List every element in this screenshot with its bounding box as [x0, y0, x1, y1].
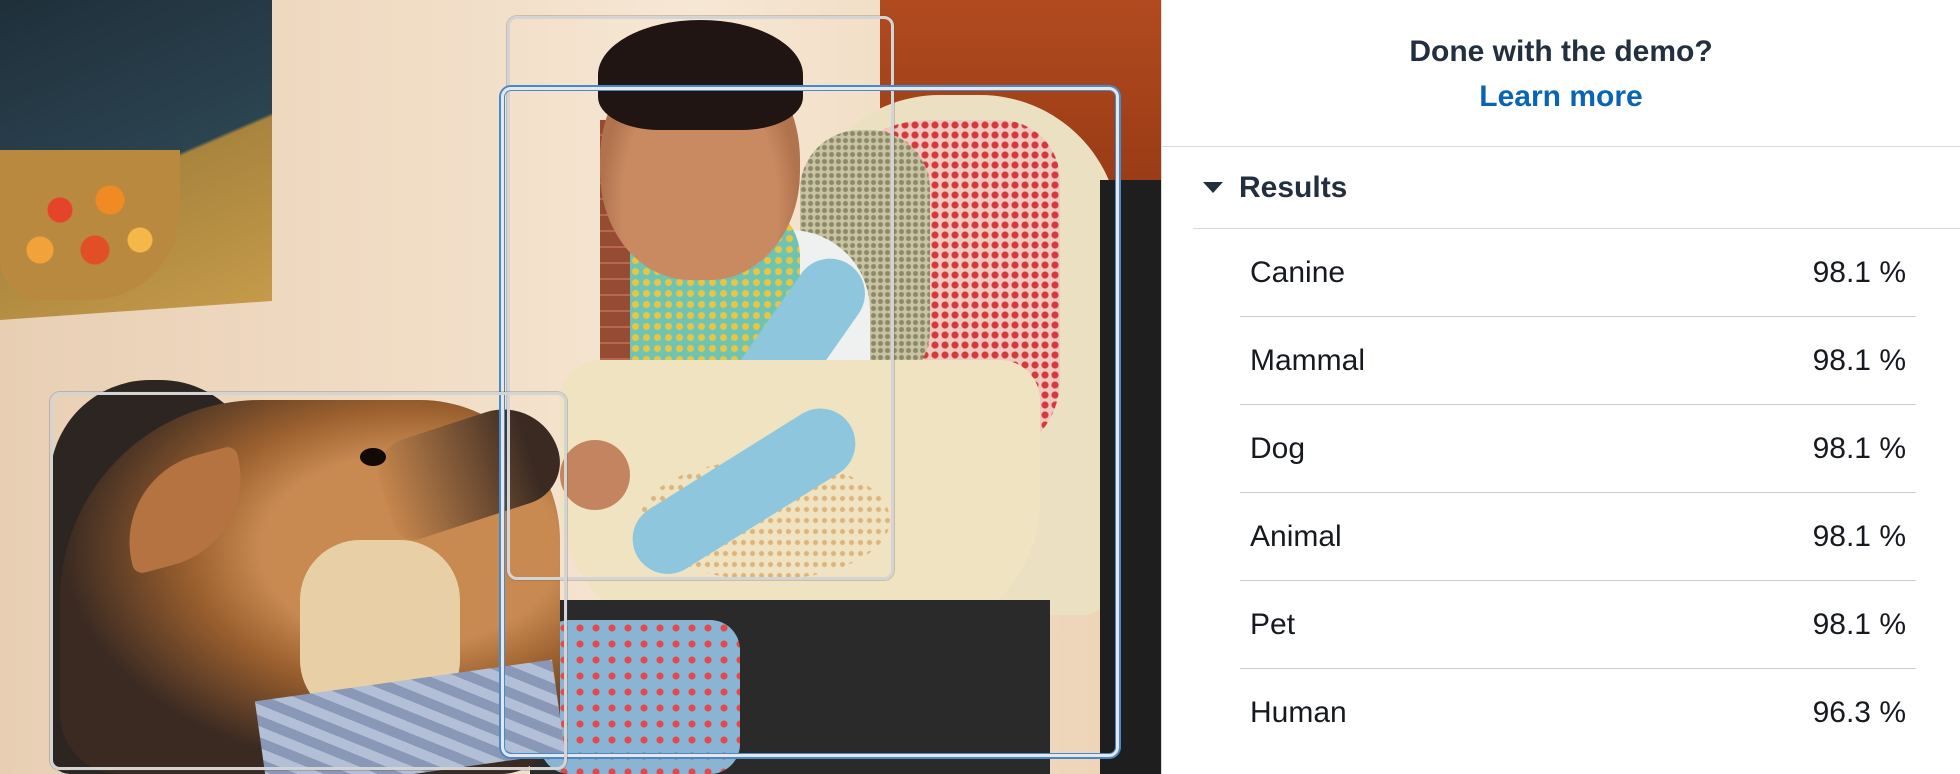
results-list: Canine 98.1 % Mammal 98.1 % Dog 98.1 % A…	[1240, 229, 1916, 757]
result-row-dog[interactable]: Dog 98.1 %	[1240, 405, 1916, 493]
result-row-canine[interactable]: Canine 98.1 %	[1240, 229, 1916, 317]
bounding-box-dog[interactable]	[50, 392, 567, 770]
result-confidence: 96.3 %	[1812, 696, 1906, 729]
result-confidence: 98.1 %	[1812, 343, 1906, 377]
results-heading: Results	[1239, 170, 1348, 204]
demo-promo-title: Done with the demo?	[1409, 35, 1713, 68]
result-row-human[interactable]: Human 96.3 %	[1240, 669, 1916, 757]
learn-more-link[interactable]: Learn more	[1479, 77, 1642, 117]
result-confidence: 98.1 %	[1812, 519, 1906, 553]
bounding-box-chair-selected[interactable]	[501, 87, 1119, 757]
results-section-toggle[interactable]: Results	[1193, 147, 1960, 229]
result-label: Dog	[1250, 431, 1306, 465]
result-label: Human	[1250, 696, 1347, 729]
analyzed-image	[0, 0, 1161, 774]
result-label: Canine	[1250, 255, 1346, 289]
result-row-animal[interactable]: Animal 98.1 %	[1240, 493, 1916, 581]
result-row-mammal[interactable]: Mammal 98.1 %	[1240, 317, 1916, 405]
result-label: Animal	[1250, 519, 1342, 553]
result-confidence: 98.1 %	[1812, 607, 1906, 641]
results-panel: Done with the demo? Learn more Results C…	[1161, 0, 1960, 774]
result-confidence: 98.1 %	[1812, 431, 1906, 465]
result-label: Mammal	[1250, 343, 1366, 377]
caret-down-icon	[1203, 182, 1223, 193]
result-confidence: 98.1 %	[1812, 255, 1906, 289]
result-row-pet[interactable]: Pet 98.1 %	[1240, 581, 1916, 669]
demo-promo: Done with the demo? Learn more	[1162, 0, 1960, 147]
result-label: Pet	[1250, 607, 1296, 641]
